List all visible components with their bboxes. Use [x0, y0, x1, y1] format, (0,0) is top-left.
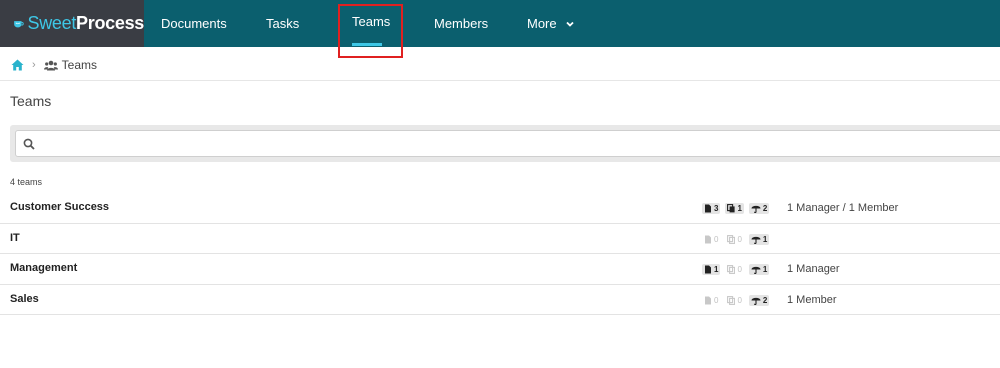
team-list: Customer Success 3 1 2 1 Manager / 1 Mem… [0, 193, 1000, 315]
document-icon [705, 204, 711, 213]
processes-badge: 0 [725, 234, 743, 245]
table-row[interactable]: Customer Success 3 1 2 1 Manager / 1 Mem… [0, 193, 1000, 224]
team-stats: 3 1 2 [702, 203, 774, 214]
team-name[interactable]: Management [10, 262, 77, 274]
chevron-down-icon [566, 21, 574, 27]
users-icon [43, 60, 58, 70]
team-members-summary: 1 Manager / 1 Member [787, 202, 899, 214]
nav-tasks[interactable]: Tasks [266, 0, 299, 47]
documents-badge: 3 [702, 203, 721, 214]
documents-badge: 1 [702, 264, 721, 275]
umbrella-icon [751, 297, 761, 305]
active-tab-indicator [352, 43, 382, 46]
table-row[interactable]: IT 0 0 1 [0, 224, 1000, 254]
processes-badge: 0 [725, 295, 743, 306]
copy-icon [727, 265, 736, 274]
team-count: 4 teams [10, 177, 43, 187]
umbrella-icon [751, 205, 761, 213]
team-name[interactable]: Sales [10, 293, 39, 305]
document-icon [705, 296, 711, 304]
nav-members[interactable]: Members [434, 0, 488, 47]
divider [0, 80, 1000, 81]
top-navbar: SweetProcess Documents Tasks Teams Membe… [0, 0, 1000, 47]
search-icon [23, 138, 35, 150]
document-icon [705, 265, 711, 274]
document-icon [705, 235, 711, 243]
sweetprocess-logo[interactable]: SweetProcess [0, 0, 144, 47]
team-members-summary: 1 Member [787, 293, 837, 306]
nav-teams[interactable]: Teams [352, 0, 390, 47]
nav-more-label: More [527, 16, 557, 31]
breadcrumb-separator: › [32, 59, 36, 71]
breadcrumb: › Teams [11, 57, 97, 73]
logo-text: SweetProcess [27, 13, 145, 33]
documents-badge: 0 [702, 234, 720, 245]
copy-icon [727, 295, 736, 305]
team-name[interactable]: IT [10, 232, 20, 244]
policies-badge: 2 [748, 203, 770, 214]
processes-badge: 1 [725, 203, 744, 214]
copy-icon [727, 234, 736, 244]
home-icon[interactable] [11, 59, 24, 71]
search-input[interactable] [15, 130, 1000, 157]
breadcrumb-current: Teams [61, 58, 98, 72]
nav-documents[interactable]: Documents [161, 0, 227, 47]
nav-more-dropdown[interactable]: More [527, 0, 574, 47]
team-members-summary: 1 Manager [787, 263, 840, 275]
team-name[interactable]: Customer Success [10, 201, 109, 213]
documents-badge: 0 [702, 295, 720, 306]
team-stats: 1 0 1 [702, 264, 774, 275]
policies-badge: 1 [748, 264, 770, 275]
copy-icon [727, 204, 736, 213]
teacup-logo-icon [14, 20, 24, 27]
policies-badge: 1 [748, 233, 770, 245]
processes-badge: 0 [725, 264, 743, 275]
umbrella-icon [751, 266, 761, 274]
table-row[interactable]: Management 1 0 1 1 Manager [0, 254, 1000, 285]
team-stats: 0 0 1 [702, 233, 774, 245]
table-row[interactable]: Sales 0 0 2 1 Member [0, 285, 1000, 315]
umbrella-icon [751, 236, 761, 244]
team-stats: 0 0 2 [702, 294, 774, 306]
search-bar [10, 125, 1000, 162]
policies-badge: 2 [748, 294, 770, 306]
page-title: Teams [10, 93, 52, 109]
